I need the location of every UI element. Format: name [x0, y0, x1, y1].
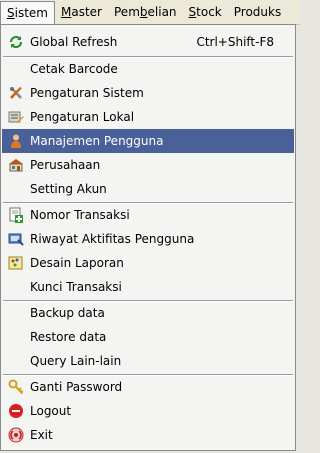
- menu-item-ganti-password[interactable]: Ganti Password: [2, 375, 294, 399]
- exit-icon: [8, 427, 24, 443]
- menu-item-exit[interactable]: Exit: [2, 423, 294, 447]
- menu-item-label: Nomor Transaksi: [30, 208, 130, 222]
- menu-item-label: Query Lain-lain: [30, 354, 122, 368]
- menu-item-label: Cetak Barcode: [30, 62, 118, 76]
- menu-item-label: Global Refresh: [30, 35, 118, 49]
- sistem-dropdown-menu: Global Refresh Ctrl+Shift-F8 Cetak Barco…: [0, 24, 296, 451]
- menu-item-setting-akun[interactable]: Setting Akun: [2, 177, 294, 201]
- settings-pencil-icon: [8, 109, 24, 125]
- menu-item-pengaturan-lokal[interactable]: Pengaturan Lokal: [2, 105, 294, 129]
- key-icon: [8, 379, 24, 395]
- menu-item-label: Logout: [30, 404, 72, 418]
- menu-item-label: Riwayat Aktifitas Pengguna: [30, 232, 195, 246]
- menu-item-global-refresh[interactable]: Global Refresh Ctrl+Shift-F8: [2, 30, 294, 54]
- menu-item-manajemen-pengguna[interactable]: Manajemen Pengguna: [2, 129, 294, 153]
- menu-item-label: Setting Akun: [30, 182, 107, 196]
- menu-pembelian[interactable]: Pembelian: [108, 0, 183, 24]
- menu-item-backup-data[interactable]: Backup data: [2, 301, 294, 325]
- menu-item-query-lain[interactable]: Query Lain-lain: [2, 349, 294, 373]
- shortcut-label: Ctrl+Shift-F8: [196, 35, 274, 49]
- user-icon: [8, 133, 24, 149]
- menubar: Sistem Master Pembelian Stock Produks: [0, 0, 300, 25]
- menu-item-label: Restore data: [30, 330, 107, 344]
- menu-item-pengaturan-sistem[interactable]: Pengaturan Sistem: [2, 81, 294, 105]
- menu-item-restore-data[interactable]: Restore data: [2, 325, 294, 349]
- menu-item-nomor-transaksi[interactable]: Nomor Transaksi: [2, 203, 294, 227]
- menu-item-label: Pengaturan Sistem: [30, 86, 144, 100]
- report-design-icon: [8, 255, 24, 271]
- menu-item-riwayat-aktifitas[interactable]: Riwayat Aktifitas Pengguna: [2, 227, 294, 251]
- menu-sistem[interactable]: Sistem: [0, 0, 55, 24]
- menu-item-label: Perusahaan: [30, 158, 101, 172]
- company-icon: [8, 157, 24, 173]
- menu-item-label: Pengaturan Lokal: [30, 110, 135, 124]
- menu-item-label: Manajemen Pengguna: [30, 134, 164, 148]
- menu-stock[interactable]: Stock: [183, 0, 228, 24]
- menu-item-label: Kunci Transaksi: [30, 280, 122, 294]
- menu-item-label: Backup data: [30, 306, 105, 320]
- menu-item-label: Ganti Password: [30, 380, 123, 394]
- menu-item-label: Desain Laporan: [30, 256, 124, 270]
- menu-item-label: Exit: [30, 428, 53, 442]
- document-add-icon: [8, 207, 24, 223]
- tools-icon: [8, 85, 24, 101]
- logout-icon: [8, 403, 24, 419]
- refresh-icon: [8, 34, 24, 50]
- menu-item-logout[interactable]: Logout: [2, 399, 294, 423]
- menu-item-desain-laporan[interactable]: Desain Laporan: [2, 251, 294, 275]
- menu-master[interactable]: Master: [55, 0, 108, 24]
- menu-produksi[interactable]: Produks: [228, 0, 287, 24]
- menu-item-kunci-transaksi[interactable]: Kunci Transaksi: [2, 275, 294, 299]
- menu-item-cetak-barcode[interactable]: Cetak Barcode: [2, 57, 294, 81]
- history-icon: [8, 231, 24, 247]
- menu-item-perusahaan[interactable]: Perusahaan: [2, 153, 294, 177]
